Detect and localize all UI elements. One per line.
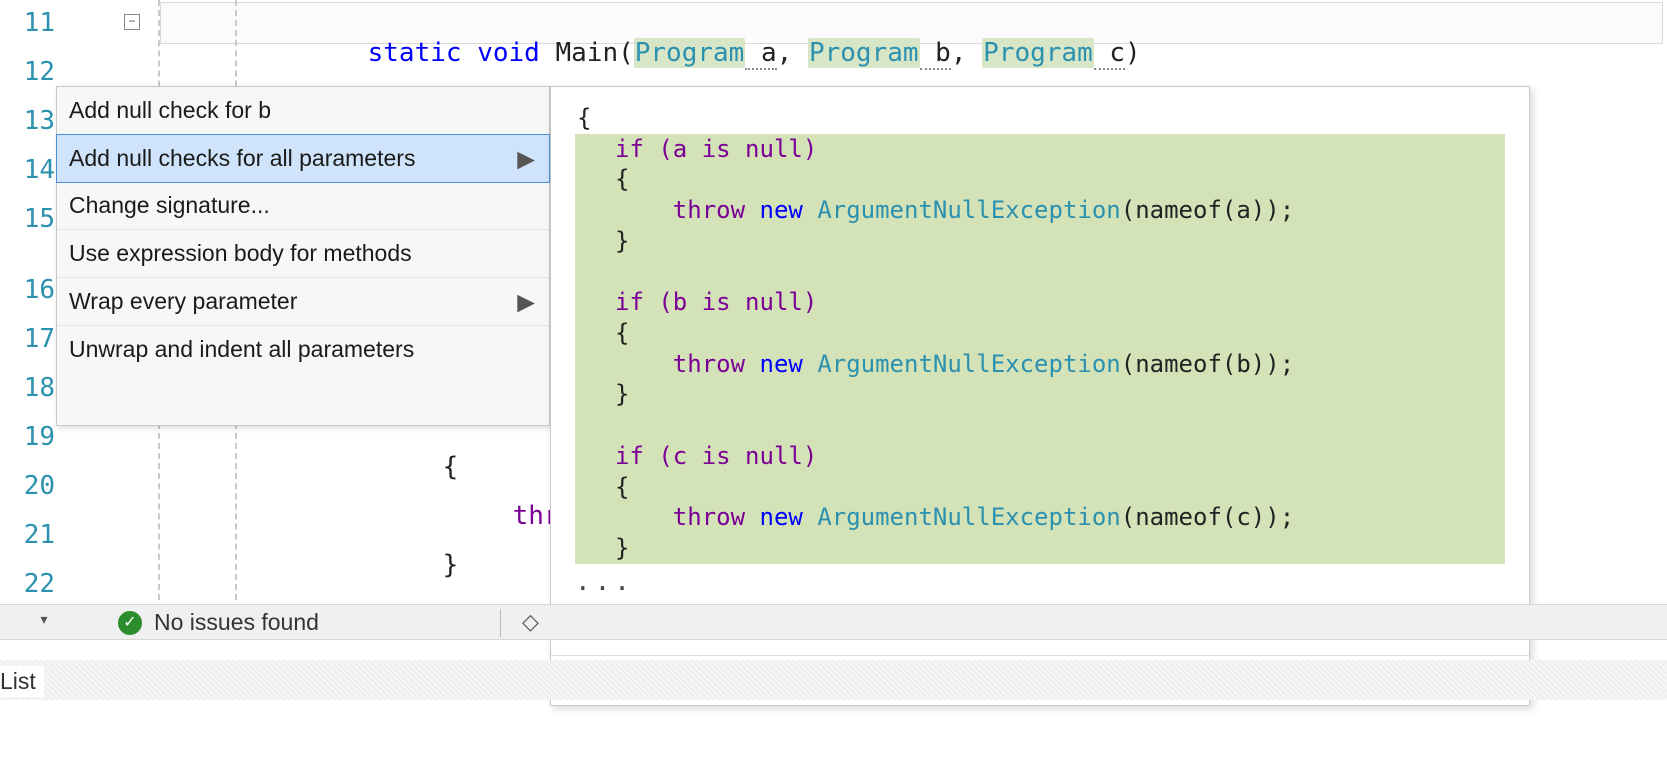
preview-diff-added: {: [575, 472, 1505, 503]
line-number: 12: [0, 57, 55, 87]
line-number: 22: [0, 569, 55, 599]
editor-status-bar: ▾ ✓ No issues found ◇: [0, 604, 1667, 640]
preview-line: {: [575, 103, 1505, 134]
line-number: 14: [0, 155, 55, 185]
code-line-19[interactable]: {: [380, 422, 458, 512]
divider: [500, 609, 501, 637]
param-b: b: [920, 38, 951, 70]
preview-diff-added: }: [575, 533, 1505, 564]
line-number: 17: [0, 324, 55, 354]
preview-diff-added: }: [575, 226, 1505, 257]
line-number: 13: [0, 106, 55, 136]
line-number: 19: [0, 422, 55, 452]
quick-action-label: Change signature...: [69, 192, 270, 218]
fold-toggle-icon[interactable]: −: [124, 14, 140, 30]
quick-action-label: Add null checks for all parameters: [69, 145, 415, 171]
quick-action-label: Wrap every parameter: [69, 288, 297, 314]
preview-code: { if (a is null) { throw new ArgumentNul…: [575, 103, 1505, 564]
preview-diff-added: [575, 257, 1505, 288]
line-number: 16: [0, 275, 55, 305]
quick-action-label: Unwrap and indent all parameters: [69, 336, 414, 362]
quick-actions-menu: Add null check for b Add null checks for…: [56, 86, 550, 426]
line-number: 11: [0, 8, 55, 38]
quick-action-change-signature[interactable]: Change signature...: [57, 182, 549, 230]
chevron-down-icon[interactable]: ▾: [32, 611, 56, 635]
status-ok-icon: ✓: [118, 611, 142, 635]
line-number: 21: [0, 520, 55, 550]
line-number: 20: [0, 471, 55, 501]
quick-action-label: Use expression body for methods: [69, 240, 412, 266]
quick-action-unwrap-parameters[interactable]: Unwrap and indent all parameters: [57, 326, 549, 373]
preview-diff-added: throw new ArgumentNullException(nameof(c…: [575, 502, 1505, 533]
type-program: Program: [982, 38, 1094, 68]
code-line-11[interactable]: static void Main(Program a, Program b, P…: [305, 8, 1141, 98]
cleanup-icon[interactable]: ◇: [522, 609, 539, 635]
keyword-static: static: [368, 38, 462, 68]
preview-diff-added: if (a is null): [575, 134, 1505, 165]
line-number-gutter: 11 12 13 14 15 16 17 18 19 20 21 22: [0, 0, 60, 640]
preview-diff-added: {: [575, 318, 1505, 349]
preview-ellipsis: ...: [575, 567, 634, 597]
chevron-right-icon: ▶: [517, 288, 535, 315]
quick-action-expression-body[interactable]: Use expression body for methods: [57, 230, 549, 278]
quick-action-wrap-parameters[interactable]: Wrap every parameter ▶: [57, 278, 549, 326]
status-text: No issues found: [154, 609, 319, 636]
type-program: Program: [808, 38, 920, 68]
preview-diff-added: throw new ArgumentNullException(nameof(a…: [575, 195, 1505, 226]
preview-diff-added: }: [575, 379, 1505, 410]
line-number: 18: [0, 373, 55, 403]
keyword-void: void: [477, 38, 540, 68]
preview-diff-added: throw new ArgumentNullException(nameof(b…: [575, 349, 1505, 380]
preview-diff-added: if (b is null): [575, 287, 1505, 318]
param-a: a: [745, 38, 776, 70]
bottom-panel[interactable]: List: [0, 660, 1667, 700]
preview-diff-added: if (c is null): [575, 441, 1505, 472]
bottom-panel-label: List: [0, 666, 44, 697]
preview-diff-added: {: [575, 164, 1505, 195]
param-c: c: [1094, 38, 1125, 70]
type-program: Program: [634, 38, 746, 68]
chevron-right-icon: ▶: [517, 145, 535, 172]
identifier-main: Main(: [540, 38, 634, 68]
quick-action-label: Add null check for b: [69, 97, 271, 123]
quick-action-add-null-checks-all[interactable]: Add null checks for all parameters ▶: [56, 134, 550, 183]
preview-diff-added: [575, 410, 1505, 441]
line-number: 15: [0, 204, 55, 234]
code-line-21[interactable]: }: [380, 520, 458, 610]
